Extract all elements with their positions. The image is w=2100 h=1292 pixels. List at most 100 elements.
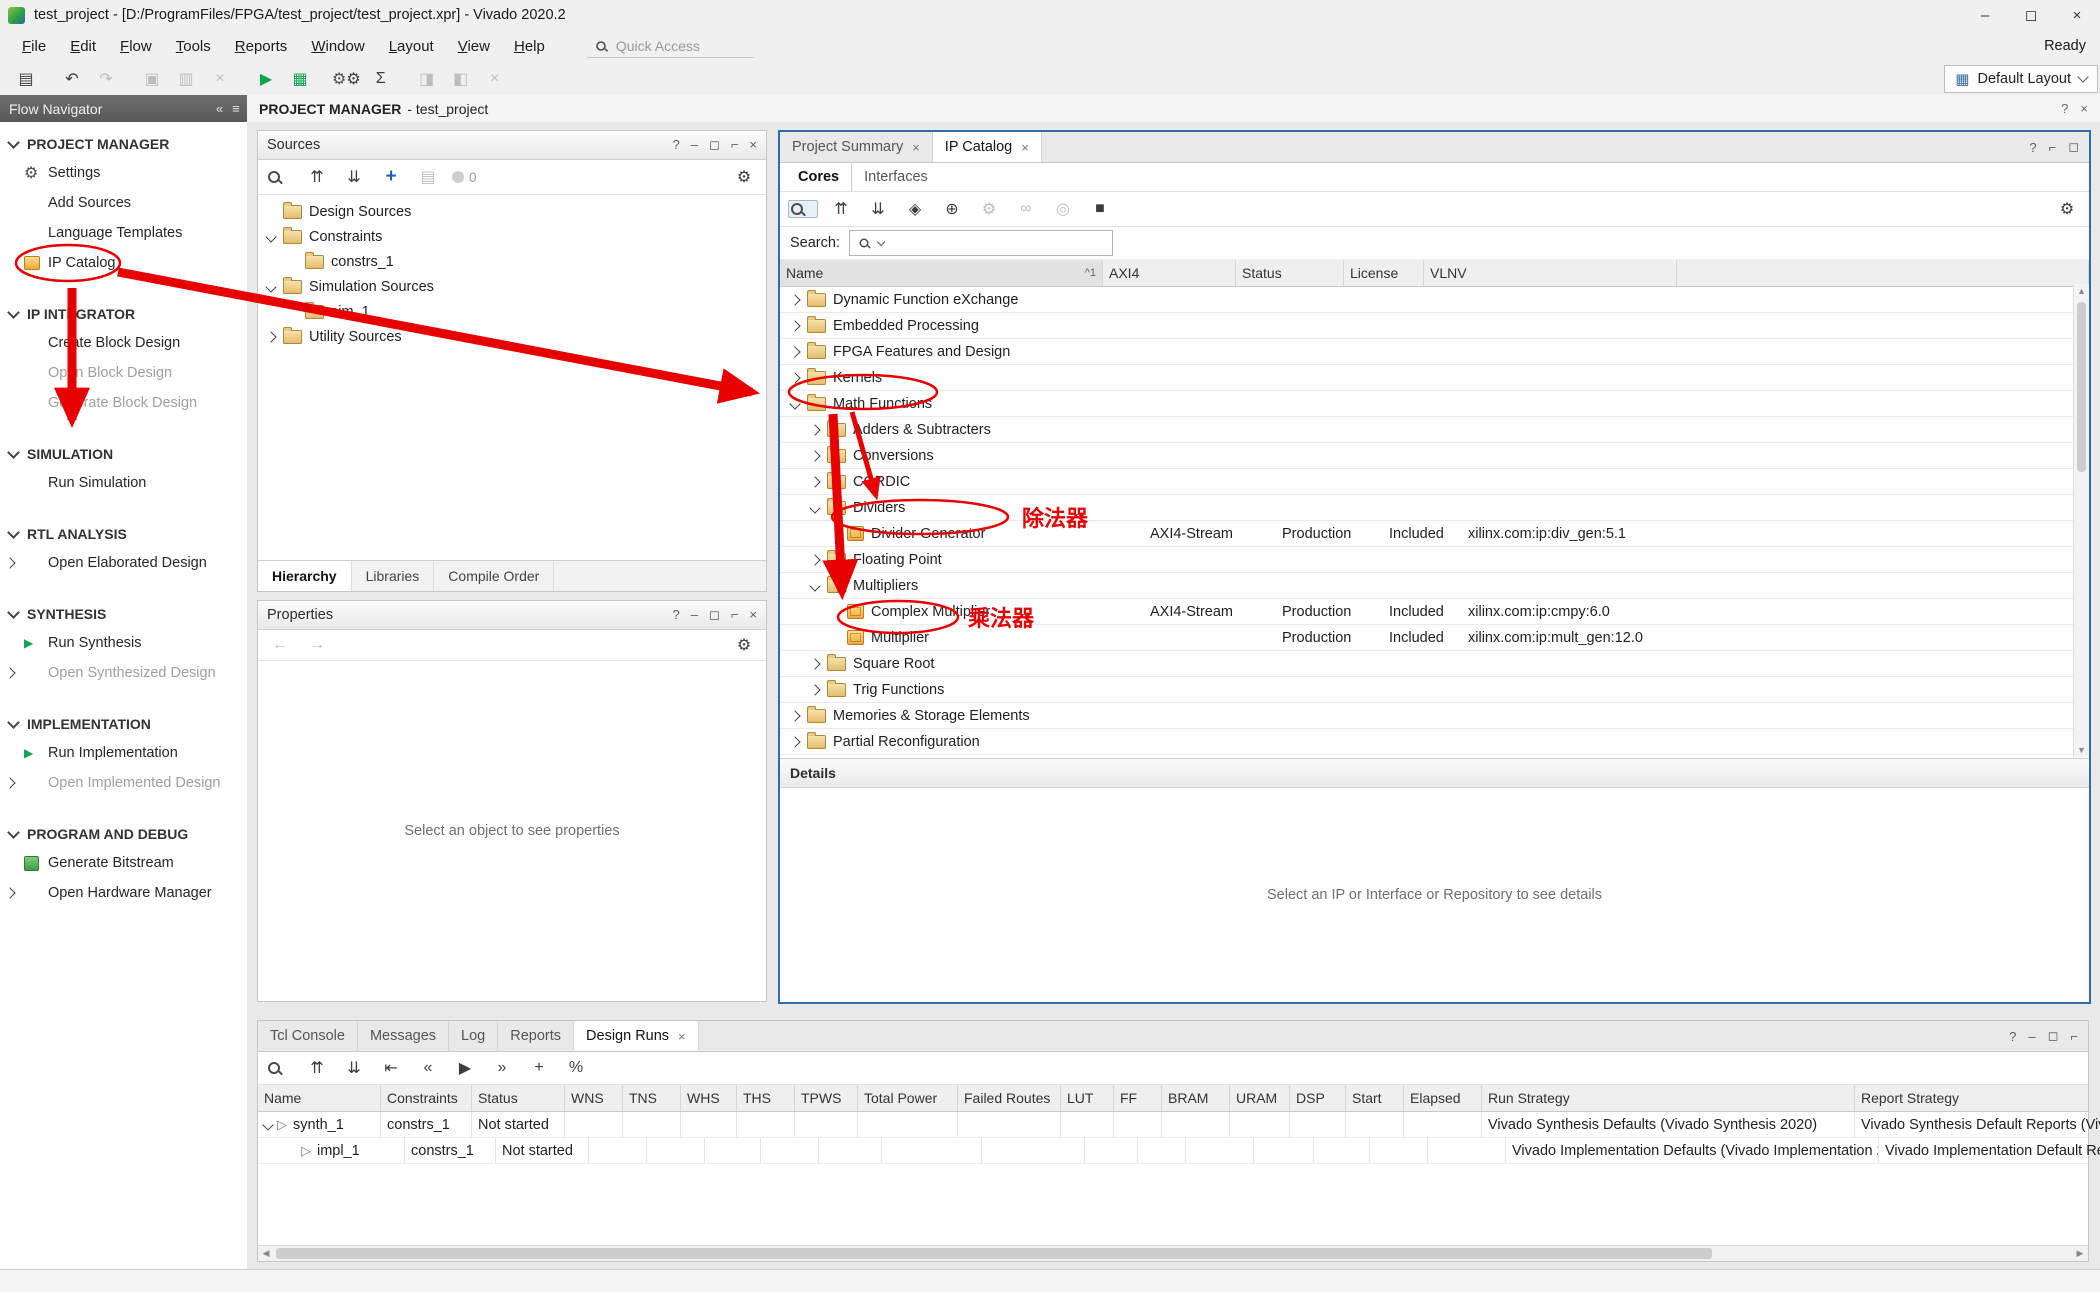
stop-icon[interactable]: ■ [1086,197,1114,222]
column-header[interactable]: TPWS [795,1085,858,1111]
scrollbar-thumb[interactable] [276,1248,1712,1259]
ip-catalog-row[interactable]: Math Functions [780,391,2089,417]
menu-item[interactable]: Window [299,34,376,59]
horizontal-scrollbar[interactable]: ◀ ▶ [258,1245,2088,1261]
flow-navigator-item[interactable]: Run Simulation [0,468,247,498]
float-icon[interactable]: ⌐ [2070,1029,2078,1044]
search-icon[interactable] [266,1060,294,1076]
menu-item[interactable]: Help [502,34,557,59]
expand-chevron-icon[interactable] [789,320,800,331]
forward-icon[interactable]: → [303,633,331,658]
step-forward-icon[interactable]: » [488,1056,516,1081]
float-icon[interactable]: ⌐ [2049,140,2057,155]
menu-item[interactable]: Layout [377,34,446,59]
expand-chevron-icon[interactable] [809,684,820,695]
flow-section-header[interactable]: SIMULATION [0,440,247,468]
flow-navigator-item[interactable]: Language Templates [0,218,247,248]
ip-catalog-row[interactable]: Dynamic Function eXchange [780,287,2089,313]
expand-chevron-icon[interactable] [262,1119,273,1130]
document-tab[interactable]: IP Catalog × [933,132,1042,162]
ip-settings-icon[interactable]: ⚙ [975,197,1003,222]
delete-icon[interactable]: × [206,66,234,91]
undo-icon[interactable]: ↶ [58,66,86,91]
minimize-window-button[interactable]: – [1962,0,2008,30]
cut-icon[interactable]: ◨ [413,66,441,91]
flow-navigator-item[interactable]: Settings [0,158,247,188]
percent-icon[interactable]: % [562,1056,590,1081]
ip-search-input[interactable] [849,230,1113,256]
flow-section-header[interactable]: IMPLEMENTATION [0,710,247,738]
flow-navigator-item[interactable]: Run Synthesis [0,628,247,658]
flow-navigator-item[interactable]: Create Block Design [0,328,247,358]
expand-chevron-icon[interactable] [789,372,800,383]
column-header[interactable]: LUT [1061,1085,1114,1111]
collapse-all-icon[interactable]: ⇈ [827,197,855,222]
menu-item[interactable]: File [10,34,58,59]
scroll-up-icon[interactable]: ▲ [2077,284,2086,298]
flow-section-header[interactable]: SYNTHESIS [0,600,247,628]
column-header[interactable]: Name [258,1085,381,1111]
search-icon[interactable] [788,200,818,218]
expand-chevron-icon[interactable] [789,294,800,305]
ip-catalog-row[interactable]: Embedded Processing [780,313,2089,339]
flow-section-header[interactable]: PROJECT MANAGER [0,130,247,158]
column-header[interactable]: Constraints [381,1085,472,1111]
results-tab[interactable]: Messages × [358,1021,449,1051]
add-repository-icon[interactable]: ⊕ [938,197,966,222]
results-tab[interactable]: Log × [449,1021,498,1051]
column-header[interactable]: WNS [565,1085,623,1111]
sources-panel-header[interactable]: Sources ?–◻⌐× [258,131,766,160]
expand-chevron-icon[interactable] [809,554,820,565]
quick-access-search[interactable]: Quick Access [587,35,754,58]
expand-chevron-icon[interactable] [265,281,276,292]
source-tree-item[interactable]: Utility Sources [258,324,766,349]
sources-view-tab[interactable]: Libraries [352,561,435,591]
flow-navigator-item[interactable]: Generate Bitstream [0,848,247,878]
scrollbar-thumb[interactable] [2077,302,2086,472]
column-header[interactable]: Run Strategy [1482,1085,1855,1111]
maximize-icon[interactable]: ◻ [709,607,720,623]
scroll-right-icon[interactable]: ▶ [2072,1248,2088,1259]
flow-navigator-item[interactable]: Add Sources [0,188,247,218]
run-icon[interactable]: ▶ [451,1056,479,1081]
minimize-icon[interactable]: – [691,137,698,153]
ip-catalog-row[interactable]: CORDIC [780,469,2089,495]
source-tree-item[interactable]: sim_1 [258,299,766,324]
column-header[interactable]: DSP [1290,1085,1346,1111]
expand-chevron-icon[interactable] [789,736,800,747]
ip-catalog-row[interactable]: Adders & Subtracters [780,417,2089,443]
help-icon[interactable]: ? [2029,140,2036,155]
maximize-icon[interactable]: ◻ [2068,139,2079,155]
flow-section-header[interactable]: RTL ANALYSIS [0,520,247,548]
edit-icon[interactable]: ◧ [447,66,475,91]
collapse-all-icon[interactable]: ⇈ [303,165,331,190]
scroll-down-icon[interactable]: ▼ [2077,743,2086,757]
flow-navigator-item[interactable]: Open Implemented Design [0,768,247,798]
help-icon[interactable]: ? [673,607,680,623]
results-tab[interactable]: Reports × [498,1021,574,1051]
results-tab[interactable]: Tcl Console × [258,1021,358,1051]
maximize-icon[interactable]: ◻ [709,137,720,153]
flow-navigator-item[interactable]: Generate Block Design [0,388,247,418]
details-header[interactable]: Details [780,758,2089,788]
close-icon[interactable]: × [2080,101,2088,116]
taxonomy-icon[interactable]: ◈ [901,197,929,222]
expand-all-icon[interactable]: ⇊ [340,1056,368,1081]
ip-catalog-row[interactable]: Dividers [780,495,2089,521]
copy-icon[interactable]: ▣ [138,66,166,91]
column-header[interactable]: Failed Routes [958,1085,1061,1111]
close-icon[interactable]: × [749,137,757,153]
expand-chevron-icon[interactable] [789,398,800,409]
float-icon[interactable]: ⌐ [731,607,739,623]
flow-navigator-item[interactable]: IP Catalog [0,248,247,278]
open-file-icon[interactable]: ▤ [414,165,442,190]
help-icon[interactable]: ? [2061,101,2068,116]
create-runs-icon[interactable]: + [525,1056,553,1081]
expand-chevron-icon[interactable] [809,476,820,487]
flow-navigator-item[interactable]: Run Implementation [0,738,247,768]
column-header[interactable]: THS [737,1085,795,1111]
design-run-row[interactable]: ▷ impl_1 constrs_1 Not started Vivado Im… [258,1138,2088,1164]
column-header-status[interactable]: Status [1236,260,1344,286]
menu-item[interactable]: Reports [223,34,300,59]
ip-catalog-subtab[interactable]: Interfaces [851,163,940,191]
